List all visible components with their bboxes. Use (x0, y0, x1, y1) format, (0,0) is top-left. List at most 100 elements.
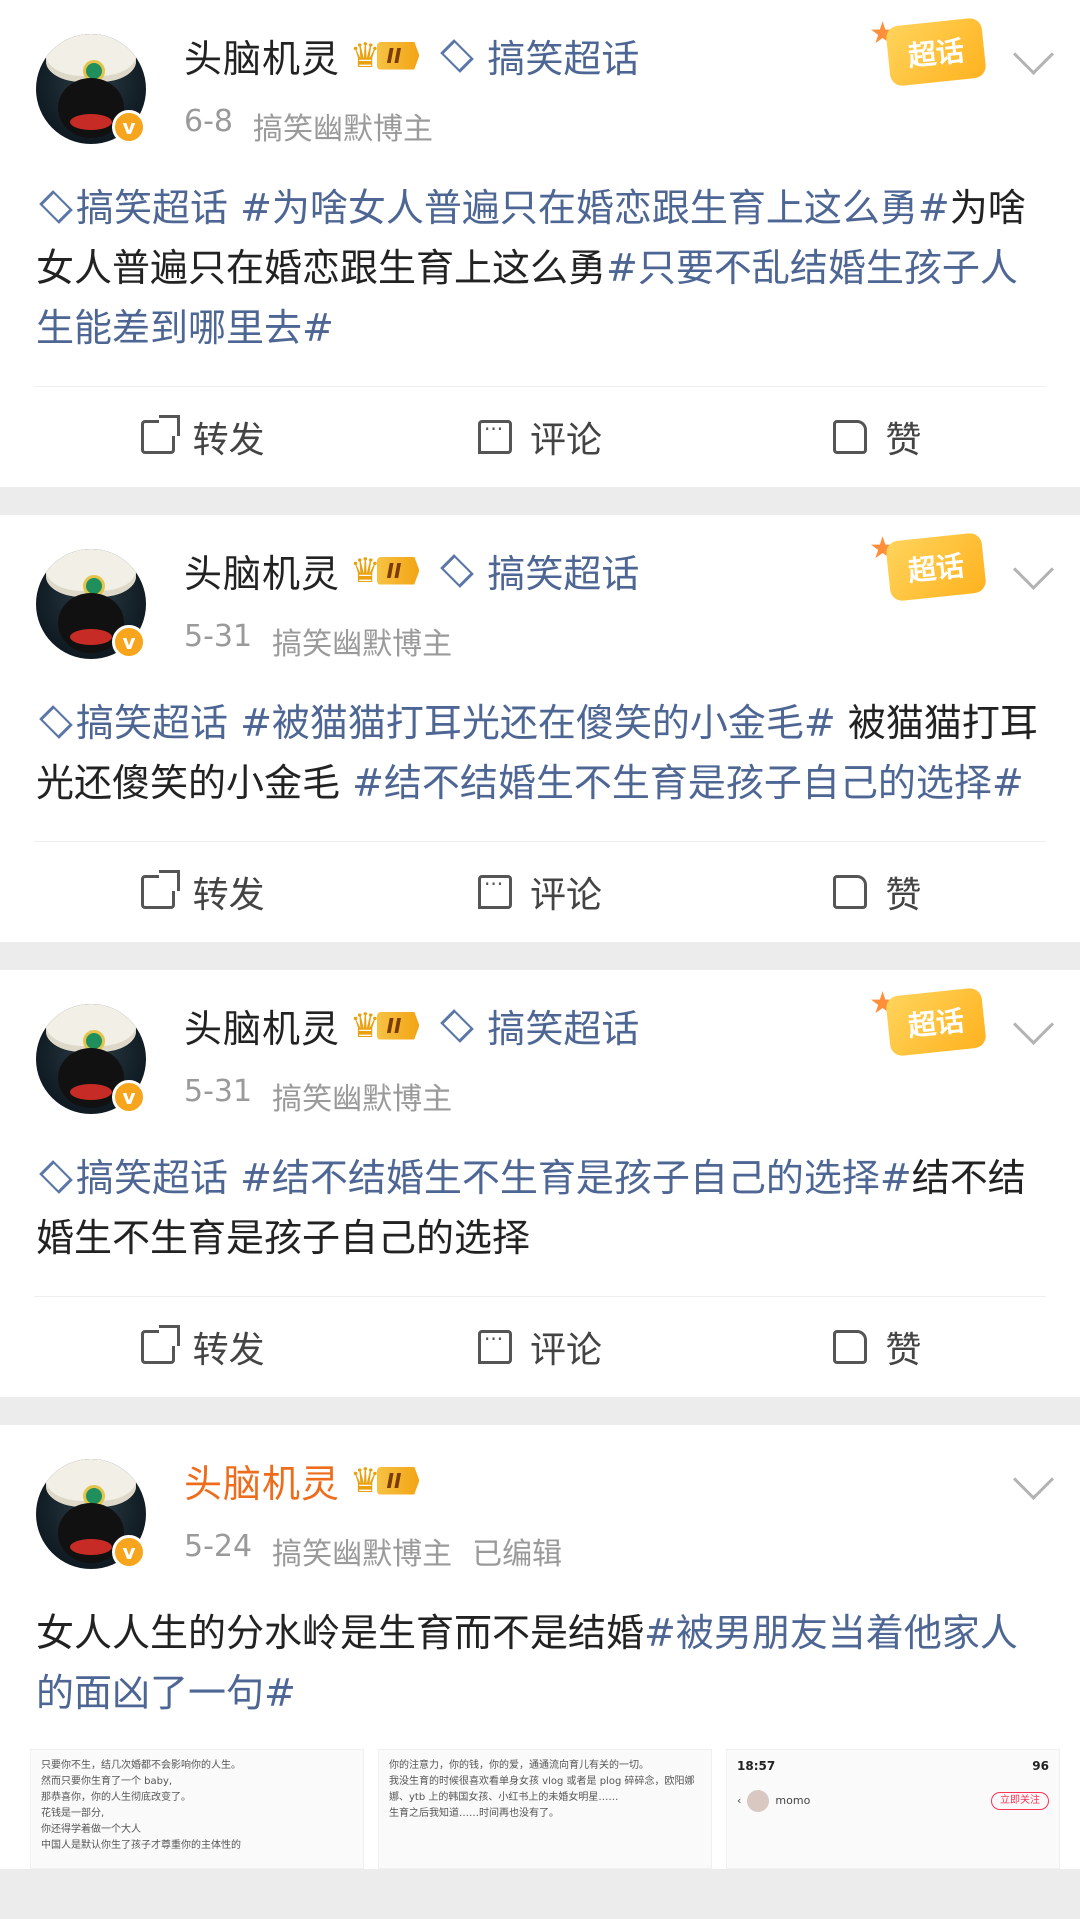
comment-icon (477, 417, 512, 454)
post-card: v 头脑机灵 ♛ II 搞笑超话 6-8 搞笑幽默博主 ★ 超话 搞笑超话 #为啥… (0, 0, 1080, 487)
crown-icon: ♛ (350, 35, 381, 76)
hashtag-link[interactable]: 搞笑超话 (76, 186, 240, 230)
post-card: v 头脑机灵 ♛ II 搞笑超话 5-31 搞笑幽默博主 ★ 超话 搞笑超话 #结… (0, 970, 1080, 1397)
post-date: 5-24 (184, 1529, 253, 1564)
post-meta: 6-8 搞笑幽默博主 (184, 104, 433, 148)
share-icon (140, 415, 180, 454)
edited-label: 已编辑 (472, 1537, 563, 1572)
author-role: 搞笑幽默博主 (272, 627, 453, 662)
hashtag-link[interactable]: 搞笑超话 (76, 1156, 240, 1200)
comment-button[interactable]: 评论 (371, 411, 708, 463)
post-meta: 5-31 搞笑幽默博主 (184, 619, 452, 663)
post-header: v 头脑机灵 ♛ II 搞笑超话 6-8 搞笑幽默博主 ★ 超话 (0, 0, 1080, 147)
thumb-text-line: 你的注意力，你的钱，你的爱，通通流向育儿有关的一切。 (389, 1760, 649, 1771)
diamond-icon (440, 1008, 475, 1043)
post-text: 搞笑超话 #为啥女人普遍只在婚恋跟生育上这么勇#为啥女人普遍只在婚恋跟生育上这么… (0, 140, 1080, 358)
post-card: v 头脑机灵 ♛ II 5-24 搞笑幽默博主 已编辑 女人人生的分水岭是生育而… (0, 1425, 1080, 1869)
rank-badge: ♛ II (350, 35, 420, 76)
action-bar: 转发 评论 赞 (34, 386, 1046, 487)
crown-icon: ♛ (350, 1005, 381, 1046)
topic-link[interactable]: 搞笑超话 (437, 998, 639, 1053)
thumb-text-line: 然而只要你生育了一个 baby, (41, 1776, 173, 1787)
rank-badge: ♛ II (350, 550, 420, 591)
thumb-text-line: 花钱是一部分, (41, 1808, 105, 1819)
chevron-down-icon[interactable] (1012, 548, 1055, 591)
post-meta: 5-31 搞笑幽默博主 (184, 1074, 452, 1118)
comment-button[interactable]: 评论 (371, 866, 708, 918)
thumbs-up-icon (833, 1330, 868, 1364)
hashtag-link[interactable]: #结不结婚生不生育是孩子自己的选择# (352, 761, 1024, 805)
author-role: 搞笑幽默博主 (272, 1082, 453, 1117)
crown-icon: ♛ (350, 1460, 381, 1501)
post-header: v 头脑机灵 ♛ II 搞笑超话 5-31 搞笑幽默博主 ★ 超话 (0, 515, 1080, 662)
crown-icon: ♛ (350, 550, 381, 591)
thumbs-up-icon (833, 875, 868, 909)
phone-user: momo (775, 1794, 811, 1807)
avatar (747, 1790, 770, 1812)
image-thumbnail[interactable]: 你的注意力，你的钱，你的爱，通通流向育儿有关的一切。我没生育的时候很喜欢看单身女… (378, 1749, 712, 1869)
verified-badge-icon: v (112, 625, 146, 659)
image-thumbnail[interactable]: 只要你不生，结几次婚都不会影响你的人生。 然而只要你生育了一个 baby, 那恭喜你… (30, 1749, 364, 1869)
action-bar: 转发 评论 赞 (34, 841, 1046, 942)
thumb-text-line: 那恭喜你，你的人生彻底改变了。 (41, 1792, 191, 1803)
chaohua-badge[interactable]: 超话 (885, 987, 987, 1057)
post-date: 5-31 (184, 619, 253, 654)
post-date: 5-31 (184, 1074, 253, 1109)
hashtag-link[interactable]: #为啥女人普遍只在婚恋跟生育上这么勇# (240, 186, 950, 230)
follow-button: 立即关注 (991, 1792, 1049, 1810)
share-icon (140, 1325, 180, 1364)
hashtag-link[interactable]: #被猫猫打耳光还在傻笑的小金毛# (240, 701, 836, 745)
topic-link[interactable]: 搞笑超话 (437, 28, 639, 83)
thumb-text-line: 生育之后我知道……时间再也没有了。 (389, 1808, 559, 1819)
username[interactable]: 头脑机灵 (184, 543, 340, 598)
post-header: v 头脑机灵 ♛ II 搞笑超话 5-31 搞笑幽默博主 ★ 超话 (0, 970, 1080, 1117)
post-text: 搞笑超话 #被猫猫打耳光还在傻笑的小金毛# 被猫猫打耳光还傻笑的小金毛 #结不结… (0, 655, 1080, 813)
comment-button[interactable]: 评论 (371, 1321, 708, 1373)
verified-badge-icon: v (112, 1080, 146, 1114)
thumb-text-line: 你还得学着做一个大人 (41, 1824, 141, 1835)
diamond-icon (440, 38, 475, 73)
verified-badge-icon: v (112, 1535, 146, 1569)
share-button[interactable]: 转发 (34, 1321, 371, 1373)
diamond-icon (39, 190, 73, 224)
topic-link[interactable]: 搞笑超话 (437, 543, 639, 598)
chaohua-badge[interactable]: 超话 (885, 17, 987, 87)
thumb-text-line: 中国人是默认你生了孩子才尊重你的主体性的 (41, 1840, 241, 1851)
chevron-down-icon[interactable] (1012, 1003, 1055, 1046)
like-button[interactable]: 赞 (709, 1321, 1046, 1373)
image-grid: 只要你不生，结几次婚都不会影响你的人生。 然而只要你生育了一个 baby, 那恭喜你… (0, 1723, 1080, 1869)
chaohua-badge[interactable]: 超话 (885, 532, 987, 602)
author-role: 搞笑幽默博主 (253, 112, 433, 147)
phone-time: 18:57 (737, 1759, 776, 1773)
feed: v 头脑机灵 ♛ II 搞笑超话 6-8 搞笑幽默博主 ★ 超话 搞笑超话 #为啥… (0, 0, 1080, 1869)
thumbs-up-icon (833, 420, 868, 454)
username[interactable]: 头脑机灵 (184, 998, 340, 1053)
post-text: 女人人生的分水岭是生育而不是结婚#被男朋友当着他家人的面凶了一句# (0, 1565, 1080, 1723)
share-button[interactable]: 转发 (34, 411, 371, 463)
rank-badge: ♛ II (350, 1005, 420, 1046)
like-button[interactable]: 赞 (709, 411, 1046, 463)
chevron-down-icon[interactable] (1012, 33, 1055, 76)
hashtag-link[interactable]: 搞笑超话 (76, 701, 240, 745)
comment-icon (477, 872, 512, 909)
hashtag-link[interactable]: #结不结婚生不生育是孩子自己的选择# (240, 1156, 912, 1200)
like-button[interactable]: 赞 (709, 866, 1046, 918)
thumb-text-line: 我没生育的时候很喜欢看单身女孩 vlog 或者是 plog 碎碎念，欧阳娜娜、y… (389, 1776, 695, 1803)
post-header: v 头脑机灵 ♛ II 5-24 搞笑幽默博主 已编辑 (0, 1425, 1080, 1572)
image-thumbnail[interactable]: 18:57 96 ‹ momo 立即关注 (726, 1749, 1060, 1869)
post-text: 搞笑超话 #结不结婚生不生育是孩子自己的选择#结不结婚生不生育是孩子自己的选择 (0, 1110, 1080, 1268)
post-meta: 5-24 搞笑幽默博主 已编辑 (184, 1529, 562, 1573)
share-icon (140, 870, 180, 909)
rank-badge: ♛ II (350, 1460, 420, 1501)
chevron-down-icon[interactable] (1012, 1458, 1055, 1501)
share-button[interactable]: 转发 (34, 866, 371, 918)
diamond-icon (39, 1160, 73, 1194)
post-card: v 头脑机灵 ♛ II 搞笑超话 5-31 搞笑幽默博主 ★ 超话 搞笑超话 #被… (0, 515, 1080, 942)
text-segment: 女人人生的分水岭是生育而不是结婚 (36, 1611, 645, 1655)
post-date: 6-8 (184, 104, 233, 139)
username[interactable]: 头脑机灵 (184, 1453, 340, 1508)
username[interactable]: 头脑机灵 (184, 28, 340, 83)
comment-icon (477, 1327, 512, 1364)
action-bar: 转发 评论 赞 (34, 1296, 1046, 1397)
thumb-text-line: 只要你不生，结几次婚都不会影响你的人生。 (41, 1760, 241, 1771)
